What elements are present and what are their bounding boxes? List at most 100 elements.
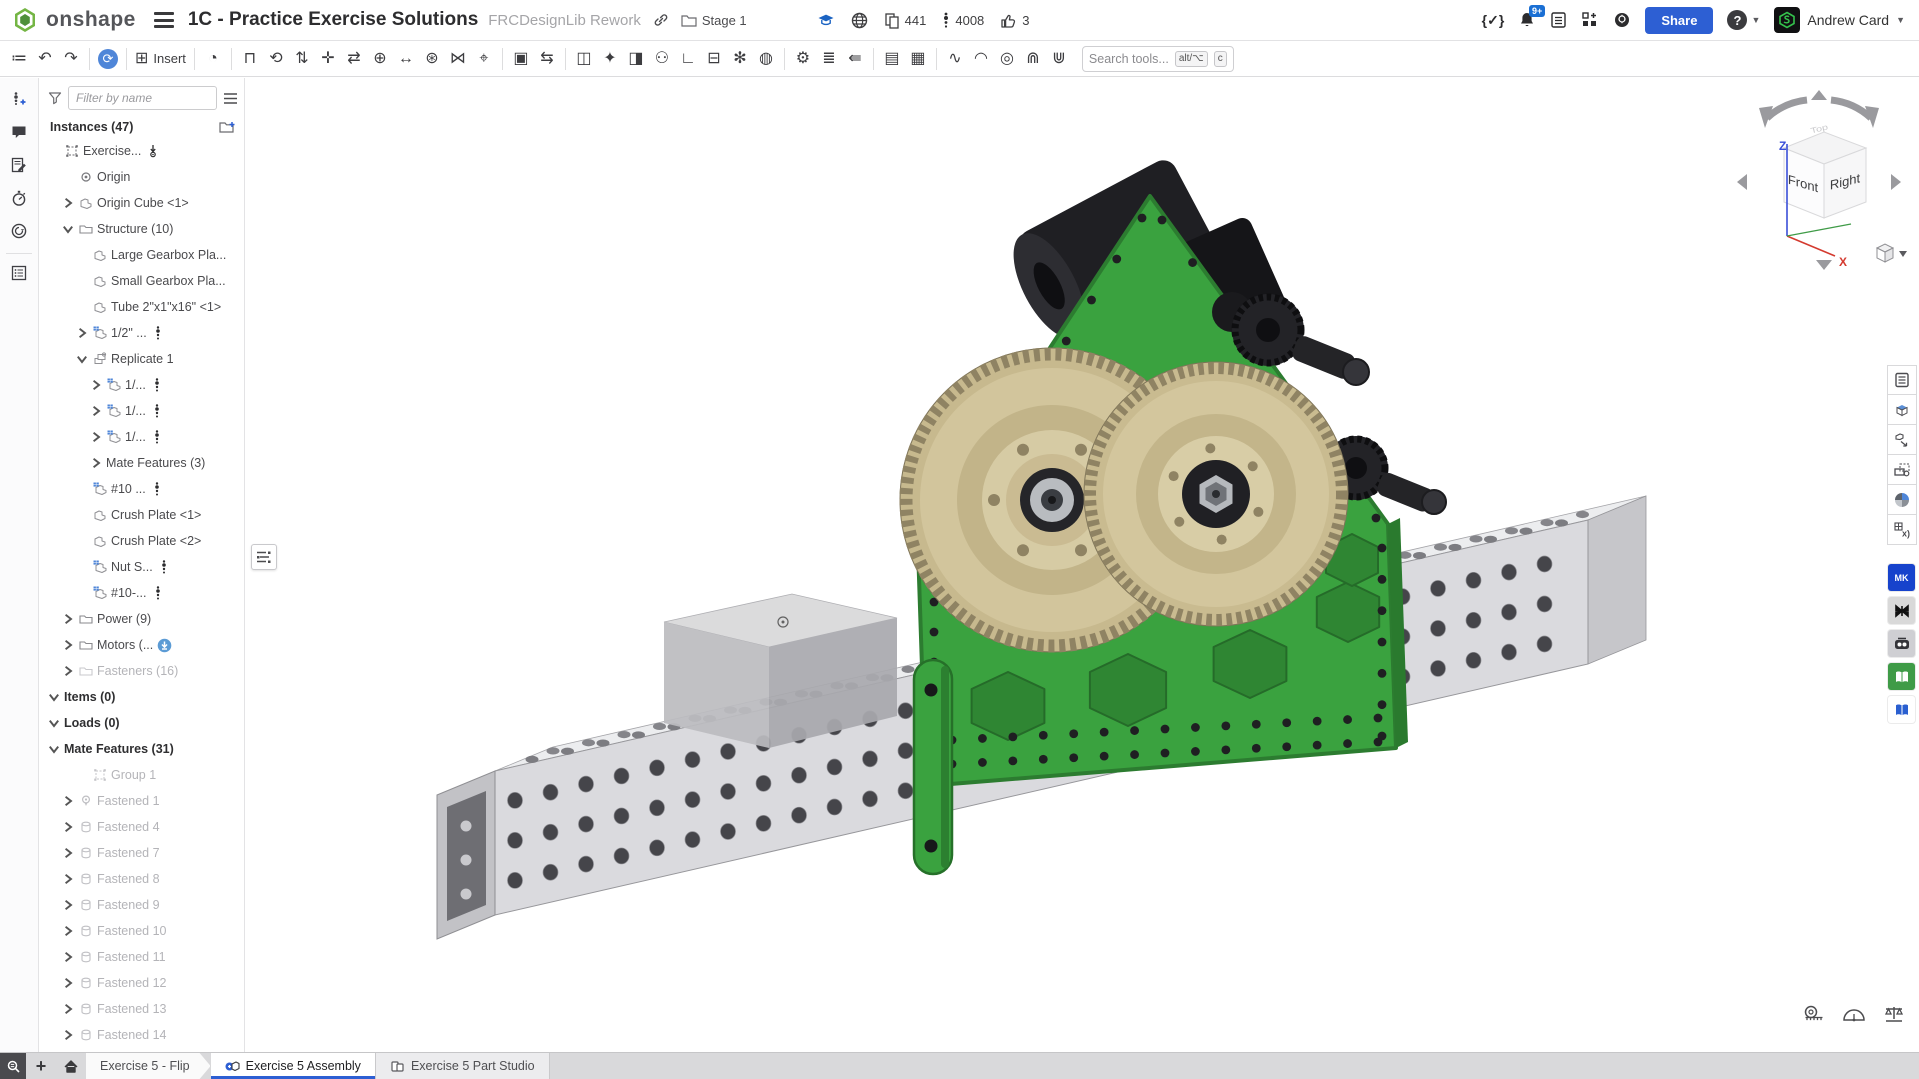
chevron-right-icon[interactable]: [62, 951, 74, 963]
tree-item-1[interactable]: 1/...: [40, 372, 244, 398]
tree-item-fastened-1[interactable]: Fastened 1: [40, 788, 244, 814]
chevron-right-icon[interactable]: [62, 873, 74, 885]
public-doc-indicator[interactable]: [851, 12, 868, 29]
chevron-down-icon[interactable]: [48, 743, 60, 755]
app-store-button[interactable]: [1581, 11, 1599, 29]
protractor-button[interactable]: [1841, 1003, 1867, 1025]
chevron-right-icon[interactable]: [90, 379, 102, 391]
pin-slot-mate-button[interactable]: ⊕: [367, 45, 393, 73]
tree-item-fasteners-16[interactable]: Fasteners (16): [40, 658, 244, 684]
tree-item-small-gearbox-pla[interactable]: Small Gearbox Pla...: [40, 268, 244, 294]
notifications-button[interactable]: 9+: [1518, 11, 1536, 29]
tab-exercise-5-flip[interactable]: Exercise 5 - Flip: [86, 1053, 211, 1079]
tab-exercise-5-part-studio[interactable]: Exercise 5 Part Studio: [376, 1053, 550, 1079]
configurations-button[interactable]: [1887, 395, 1917, 425]
tree-item-exercise[interactable]: Exercise...: [40, 138, 244, 164]
chevron-right-icon[interactable]: [62, 1003, 74, 1015]
chevron-down-icon[interactable]: [62, 223, 74, 235]
gear-relation-button[interactable]: ⚙: [790, 45, 816, 73]
comments-button[interactable]: [4, 117, 34, 147]
app-mk-button[interactable]: MK: [1888, 564, 1915, 591]
chevron-right-icon[interactable]: [90, 405, 102, 417]
insights-button[interactable]: [1613, 11, 1631, 29]
tree-item-large-gearbox-pla[interactable]: Large Gearbox Pla...: [40, 242, 244, 268]
tree-item-1-2[interactable]: 1/2" ...: [40, 320, 244, 346]
circular-pattern-button[interactable]: ✻: [727, 45, 753, 73]
rotate-ccw-arrow[interactable]: [1767, 100, 1807, 118]
pattern-button[interactable]: ⊟: [701, 45, 727, 73]
chevron-right-icon[interactable]: [62, 1029, 74, 1041]
fastened-mate-button[interactable]: ⋈: [445, 45, 471, 73]
tree-item-structure-10[interactable]: Structure (10): [40, 216, 244, 242]
tree-item-origin[interactable]: Origin: [40, 164, 244, 190]
tree-item-crush-plate-1[interactable]: Crush Plate <1>: [40, 502, 244, 528]
search-tabs-button[interactable]: [0, 1053, 26, 1079]
derived-part-button[interactable]: ◨: [623, 45, 649, 73]
account-menu[interactable]: Andrew Card ▼: [1774, 7, 1905, 33]
chain-relation-button[interactable]: ⇚: [842, 45, 868, 73]
likes-stat[interactable]: 3: [1000, 12, 1029, 29]
tree-item-1[interactable]: 1/...: [40, 424, 244, 450]
tasks-button[interactable]: [1550, 11, 1567, 29]
chevron-down-icon[interactable]: [48, 691, 60, 703]
spline-tool-button[interactable]: ∿: [942, 45, 968, 73]
chevron-right-icon[interactable]: [62, 613, 74, 625]
chevron-down-icon[interactable]: [48, 717, 60, 729]
rotate-cw-arrow[interactable]: [1831, 100, 1871, 118]
tree-item-replicate-1[interactable]: Replicate 1: [40, 346, 244, 372]
bom-flyout-button[interactable]: [1887, 365, 1917, 395]
parallel-mate-button[interactable]: ↔: [393, 45, 419, 73]
collaborate-button[interactable]: ⚇: [649, 45, 675, 73]
standoff-bar-part[interactable]: [914, 660, 952, 874]
tree-item-fastened-4[interactable]: Fastened 4: [40, 814, 244, 840]
app-butterfly-button[interactable]: [1888, 597, 1915, 624]
tree-item-loads-0[interactable]: Loads (0): [40, 710, 244, 736]
revolve-tool-button[interactable]: ◎: [994, 45, 1020, 73]
app-green-book-button[interactable]: [1888, 663, 1915, 690]
new-tab-button[interactable]: +: [26, 1053, 56, 1079]
tree-item-nut-s[interactable]: Nut S...: [40, 554, 244, 580]
rotate-right-arrow[interactable]: [1891, 174, 1901, 190]
chevron-down-icon[interactable]: [76, 353, 88, 365]
chevron-right-icon[interactable]: [62, 899, 74, 911]
view-options-menu[interactable]: [1877, 244, 1907, 262]
tree-item-fastened-10[interactable]: Fastened 10: [40, 918, 244, 944]
download-icon[interactable]: [157, 638, 172, 653]
ball-mate-button[interactable]: ⇄: [341, 45, 367, 73]
tree-item-fastened-13[interactable]: Fastened 13: [40, 996, 244, 1022]
tree-item-fastened-12[interactable]: Fastened 12: [40, 970, 244, 996]
copy-link-button[interactable]: [653, 12, 669, 28]
collapse-tree-button[interactable]: [251, 544, 277, 570]
chevron-right-icon[interactable]: [90, 431, 102, 443]
chevron-right-icon[interactable]: [62, 847, 74, 859]
tree-item-motors[interactable]: Motors (...: [40, 632, 244, 658]
add-to-folder-icon[interactable]: [219, 120, 236, 134]
rotate-left-arrow[interactable]: [1737, 174, 1747, 190]
dof-stat[interactable]: 4008: [942, 11, 984, 29]
mate-button[interactable]: ◔: [200, 45, 226, 73]
tangent-mate-button[interactable]: ⊛: [419, 45, 445, 73]
copies-stat[interactable]: 441: [884, 12, 927, 29]
chevron-right-icon[interactable]: [62, 665, 74, 677]
release-notes-button[interactable]: [4, 150, 34, 180]
large-gear-right-part[interactable]: [1084, 362, 1348, 626]
chevron-right-icon[interactable]: [62, 821, 74, 833]
tree-item-10[interactable]: #10-...: [40, 580, 244, 606]
favorite-part-button[interactable]: ✦: [597, 45, 623, 73]
custom-table-button[interactable]: ▦: [905, 45, 931, 73]
search-document-button[interactable]: [4, 216, 34, 246]
arc-tool-button[interactable]: ◠: [968, 45, 994, 73]
tree-item-mate-features-31[interactable]: Mate Features (31): [40, 736, 244, 762]
named-views-button[interactable]: [1887, 425, 1917, 455]
transform-button[interactable]: ∟: [675, 45, 701, 73]
tree-item-10[interactable]: #10 ...: [40, 476, 244, 502]
main-menu-button[interactable]: [154, 12, 174, 28]
insert-button[interactable]: ⊞Insert: [132, 45, 189, 73]
union-tool-button[interactable]: ⋒: [1020, 45, 1046, 73]
mate-connector-add-button[interactable]: [4, 84, 34, 114]
tree-item-tube-2-x1-x16-1[interactable]: Tube 2"x1"x16" <1>: [40, 294, 244, 320]
home-tab-button[interactable]: [56, 1053, 86, 1079]
tab-exercise-5-assembly[interactable]: Exercise 5 Assembly: [211, 1053, 376, 1079]
tree-item-1[interactable]: 1/...: [40, 398, 244, 424]
mate-connector-button[interactable]: ⌖: [471, 45, 497, 73]
